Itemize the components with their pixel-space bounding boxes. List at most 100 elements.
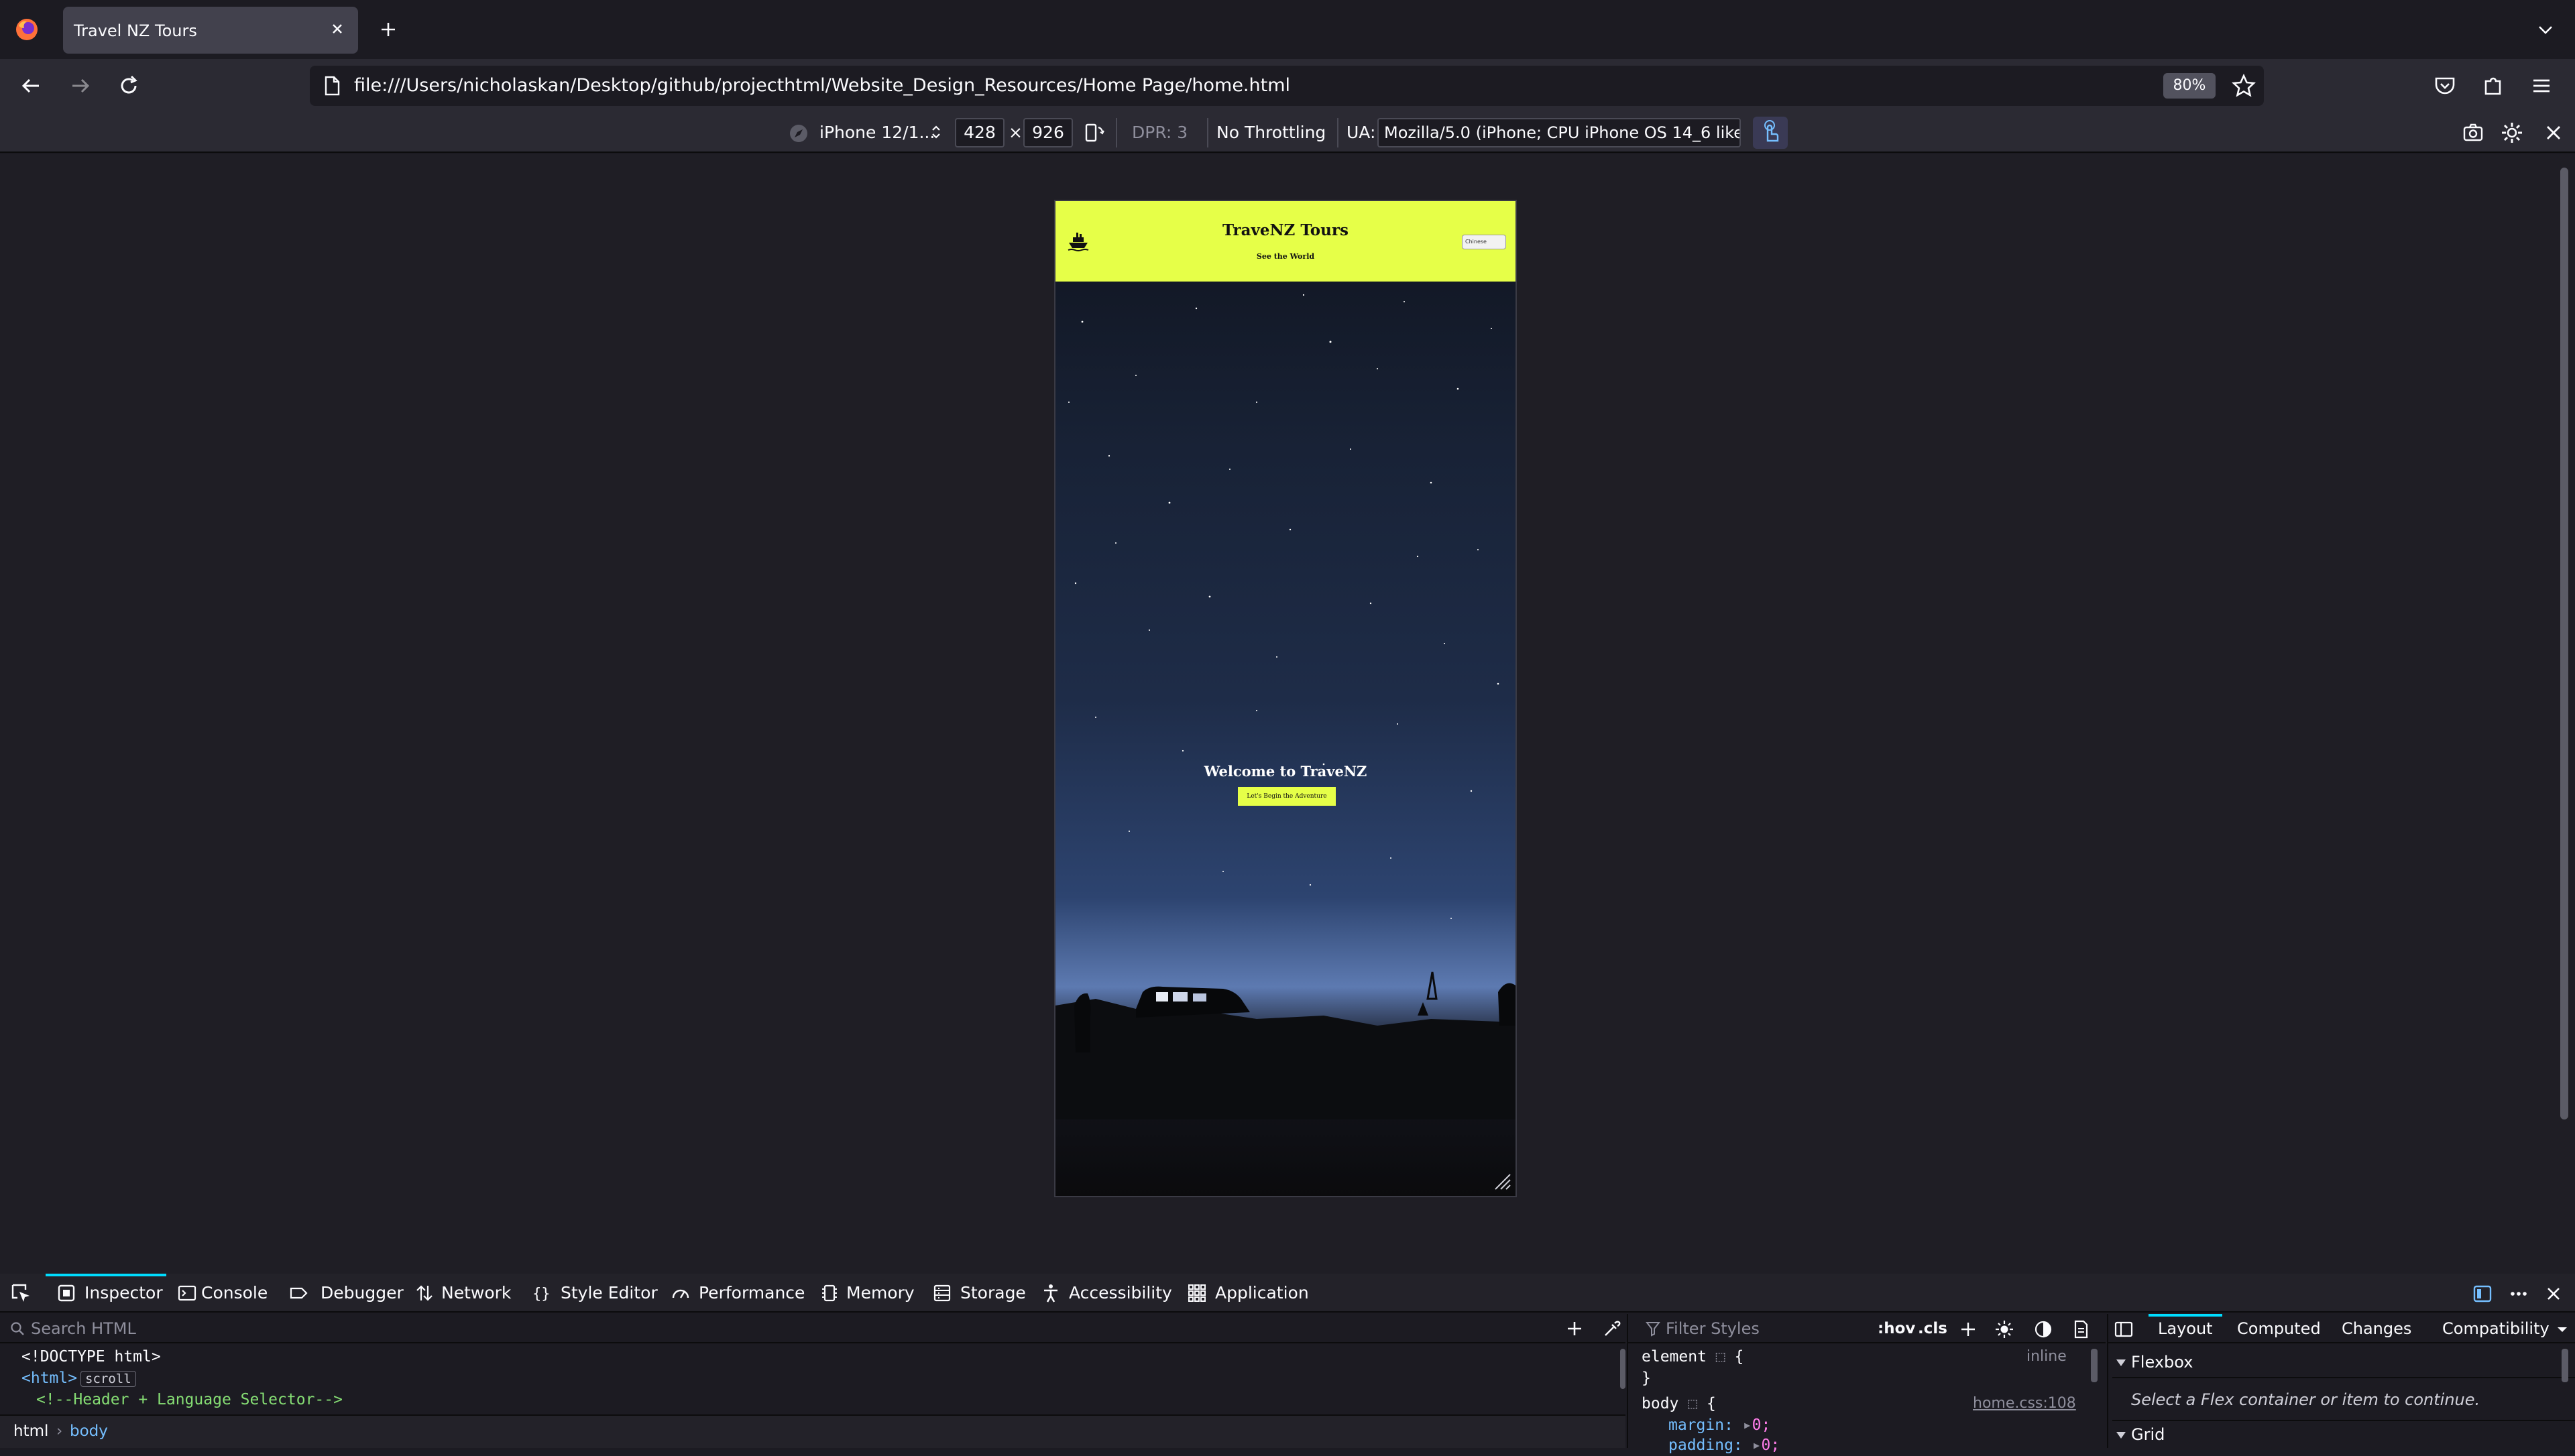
rotate-device-icon[interactable] bbox=[1082, 121, 1106, 145]
performance-icon bbox=[671, 1283, 691, 1303]
inspector-icon bbox=[56, 1283, 76, 1303]
html-search-bar bbox=[0, 1314, 1625, 1343]
html-pane-scrollbar[interactable] bbox=[1620, 1349, 1625, 1389]
breadcrumb-body[interactable]: body bbox=[70, 1416, 108, 1447]
body-rule-open-brace: { bbox=[1706, 1395, 1716, 1412]
chevron-down-icon[interactable] bbox=[2555, 1322, 2570, 1337]
breadcrumb-html[interactable]: html bbox=[13, 1416, 48, 1447]
rules-scrollbar[interactable] bbox=[2091, 1349, 2098, 1382]
tab-title: Travel NZ Tours bbox=[74, 21, 197, 40]
new-tab-icon[interactable] bbox=[377, 18, 400, 41]
site-subtitle: See the World bbox=[1256, 252, 1315, 261]
viewport-width-input[interactable]: 428 bbox=[955, 118, 1005, 147]
dock-side-icon[interactable] bbox=[2472, 1283, 2493, 1305]
file-page-icon bbox=[322, 75, 342, 97]
tab-computed[interactable]: Computed bbox=[2237, 1314, 2321, 1343]
extensions-puzzle-icon[interactable] bbox=[2480, 72, 2507, 99]
site-title: TraveNZ Tours bbox=[1222, 221, 1349, 239]
class-toggle[interactable]: .cls bbox=[1918, 1314, 1947, 1343]
tab-style-editor[interactable]: Style Editor bbox=[561, 1274, 658, 1313]
print-media-icon[interactable] bbox=[2071, 1319, 2091, 1339]
tab-storage[interactable]: Storage bbox=[960, 1274, 1026, 1313]
expand-triangle-icon[interactable]: ▸ bbox=[1743, 1416, 1752, 1434]
language-select[interactable]: Chinese bbox=[1462, 235, 1506, 249]
user-agent-input[interactable]: Mozilla/5.0 (iPhone; CPU iPhone OS 14_6 … bbox=[1377, 118, 1741, 147]
forward-arrow-icon[interactable] bbox=[67, 72, 94, 99]
tab-accessibility[interactable]: Accessibility bbox=[1069, 1274, 1172, 1313]
updown-arrow-icon[interactable] bbox=[929, 121, 943, 143]
network-throttling-selector[interactable]: No Throttling bbox=[1216, 113, 1326, 153]
back-arrow-icon[interactable] bbox=[17, 72, 44, 99]
url-text[interactable]: file:///Users/nicholaskan/Desktop/github… bbox=[354, 66, 1290, 106]
scroll-badge[interactable]: scroll bbox=[80, 1371, 136, 1387]
sun-light-scheme-icon[interactable] bbox=[1994, 1319, 2014, 1339]
debugger-icon bbox=[288, 1283, 308, 1303]
compass-icon bbox=[787, 122, 810, 145]
padding-value[interactable]: 0; bbox=[1762, 1437, 1780, 1454]
begin-adventure-button[interactable]: Let's Begin the Adventure bbox=[1238, 787, 1336, 806]
hero-heading: Welcome to TraveNZ bbox=[1204, 763, 1367, 780]
zoom-level-badge[interactable]: 80% bbox=[2163, 73, 2216, 99]
close-devtools-icon[interactable] bbox=[2544, 1284, 2563, 1303]
markup-doctype[interactable]: <!DOCTYPE html> bbox=[21, 1346, 161, 1368]
tab-application[interactable]: Application bbox=[1215, 1274, 1309, 1313]
element-picker-icon[interactable] bbox=[9, 1282, 32, 1305]
toggle-pane-icon[interactable] bbox=[2114, 1319, 2134, 1339]
device-selector[interactable]: iPhone 12/1... bbox=[819, 113, 935, 153]
hamburger-menu-icon[interactable] bbox=[2528, 72, 2555, 99]
close-rdm-icon[interactable] bbox=[2543, 122, 2564, 143]
viewport-scrollbar[interactable] bbox=[2560, 168, 2568, 1119]
element-rule-open-brace: { bbox=[1734, 1348, 1744, 1366]
side-pane-scrollbar[interactable] bbox=[2562, 1349, 2568, 1382]
resize-handle-icon[interactable] bbox=[1491, 1170, 1511, 1191]
pocket-icon[interactable] bbox=[2431, 72, 2458, 99]
accessibility-icon bbox=[1041, 1283, 1061, 1303]
body-rule-source-link[interactable]: home.css:108 bbox=[1973, 1393, 2076, 1414]
padding-declaration[interactable]: padding: ▸0; bbox=[1668, 1435, 1780, 1456]
element-rule-selector[interactable]: element ⬚ { bbox=[1642, 1346, 1743, 1368]
more-options-icon[interactable] bbox=[2508, 1283, 2529, 1305]
markup-comment[interactable]: <!--Header + Language Selector--> bbox=[36, 1389, 343, 1410]
search-html-input[interactable]: Search HTML bbox=[31, 1314, 136, 1343]
disclosure-triangle-icon[interactable] bbox=[2115, 1357, 2127, 1369]
add-rule-icon[interactable] bbox=[1958, 1319, 1978, 1339]
gear-icon[interactable] bbox=[2500, 121, 2524, 145]
camera-screenshot-icon[interactable] bbox=[2461, 121, 2485, 145]
svg-text:{}: {} bbox=[532, 1286, 551, 1302]
tab-inspector[interactable]: Inspector bbox=[84, 1274, 163, 1313]
dark-scheme-icon[interactable] bbox=[2033, 1319, 2053, 1339]
site-header bbox=[1055, 201, 1515, 282]
bookmark-star-icon[interactable] bbox=[2230, 72, 2257, 99]
tab-debugger[interactable]: Debugger bbox=[321, 1274, 404, 1313]
add-node-icon[interactable] bbox=[1564, 1318, 1585, 1339]
filter-styles-input[interactable]: Filter Styles bbox=[1666, 1314, 1760, 1343]
tab-memory[interactable]: Memory bbox=[846, 1274, 915, 1313]
margin-declaration[interactable]: margin: ▸0; bbox=[1668, 1414, 1770, 1436]
tab-changes[interactable]: Changes bbox=[2342, 1314, 2411, 1343]
application-grid-icon bbox=[1187, 1283, 1207, 1303]
disclosure-triangle-icon[interactable] bbox=[2115, 1429, 2127, 1441]
eyedropper-icon[interactable] bbox=[1601, 1318, 1623, 1339]
close-tab-icon[interactable] bbox=[327, 19, 347, 39]
tab-network[interactable]: Network bbox=[441, 1274, 511, 1313]
chevron-down-icon[interactable] bbox=[2535, 19, 2556, 40]
tab-console[interactable]: Console bbox=[201, 1274, 268, 1313]
tab-compatibility[interactable]: Compatibility bbox=[2442, 1314, 2550, 1343]
dpr-selector[interactable]: DPR: 3 bbox=[1132, 113, 1188, 153]
viewport-height-input[interactable]: 926 bbox=[1023, 118, 1073, 147]
storage-icon bbox=[932, 1283, 952, 1303]
toolbar-divider bbox=[1207, 118, 1208, 147]
element-rule-source: inline bbox=[2026, 1348, 2067, 1365]
tab-layout[interactable]: Layout bbox=[2158, 1314, 2213, 1343]
touch-simulation-icon[interactable] bbox=[1753, 117, 1788, 149]
style-editor-icon: {} bbox=[531, 1283, 551, 1303]
markup-html-tag[interactable]: <html> bbox=[21, 1368, 77, 1389]
car-landscape-silhouette bbox=[1055, 952, 1515, 1119]
margin-value[interactable]: 0; bbox=[1752, 1416, 1771, 1434]
grid-section-header[interactable] bbox=[2112, 1420, 2575, 1448]
body-rule-selector[interactable]: body ⬚ { bbox=[1642, 1393, 1716, 1414]
hover-state-toggle[interactable]: :hov bbox=[1878, 1314, 1915, 1343]
tab-performance[interactable]: Performance bbox=[699, 1274, 805, 1313]
reload-icon[interactable] bbox=[115, 72, 142, 99]
expand-triangle-icon[interactable]: ▸ bbox=[1752, 1437, 1762, 1454]
